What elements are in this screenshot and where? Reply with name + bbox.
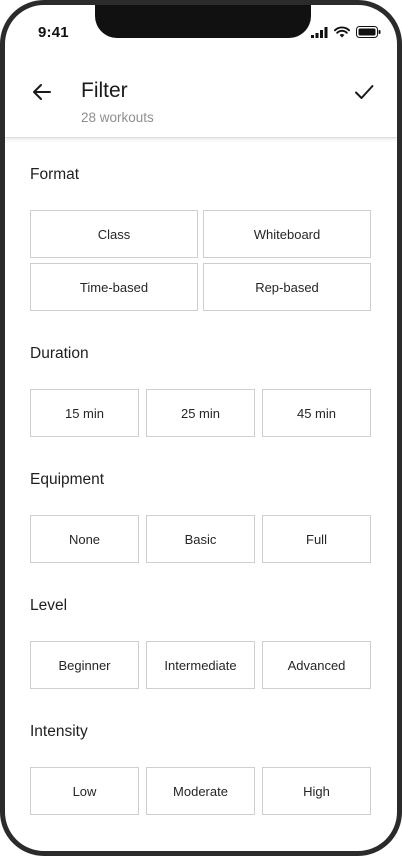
arrow-left-icon <box>32 83 52 106</box>
section-equipment: Equipment None Basic Full <box>30 470 371 563</box>
battery-icon <box>356 25 381 43</box>
option-format-time-based[interactable]: Time-based <box>30 263 198 311</box>
device-notch <box>95 5 311 38</box>
section-title-level: Level <box>30 597 68 614</box>
result-count: 28 workouts <box>81 110 154 125</box>
back-button[interactable] <box>29 81 55 107</box>
header-bar: Filter 28 workouts <box>5 57 397 138</box>
option-format-class[interactable]: Class <box>30 210 198 258</box>
section-title-duration: Duration <box>30 345 89 362</box>
option-intensity-moderate[interactable]: Moderate <box>146 767 255 815</box>
option-intensity-low[interactable]: Low <box>30 767 139 815</box>
section-intensity: Intensity Low Moderate High <box>30 722 371 815</box>
apply-button[interactable] <box>351 81 377 107</box>
status-time: 9:41 <box>38 24 69 41</box>
option-equipment-none[interactable]: None <box>30 515 139 563</box>
section-title-equipment: Equipment <box>30 471 105 488</box>
option-intensity-high[interactable]: High <box>262 767 371 815</box>
section-level: Level Beginner Intermediate Advanced <box>30 596 371 689</box>
section-duration: Duration 15 min 25 min 45 min <box>30 344 371 437</box>
status-icons <box>311 25 381 43</box>
page-title: Filter <box>81 79 128 102</box>
option-format-rep-based[interactable]: Rep-based <box>203 263 371 311</box>
option-format-whiteboard[interactable]: Whiteboard <box>203 210 371 258</box>
option-duration-45[interactable]: 45 min <box>262 389 371 437</box>
section-format: Format Class Whiteboard Time-based Rep-b… <box>30 165 371 311</box>
section-title-format: Format <box>30 166 80 183</box>
cellular-signal-icon <box>311 25 328 43</box>
phone-frame: 9:41 Filter 28 workouts Format Class Whi… <box>0 0 402 856</box>
option-level-intermediate[interactable]: Intermediate <box>146 641 255 689</box>
option-duration-15[interactable]: 15 min <box>30 389 139 437</box>
option-level-advanced[interactable]: Advanced <box>262 641 371 689</box>
option-equipment-full[interactable]: Full <box>262 515 371 563</box>
check-icon <box>354 84 374 105</box>
option-level-beginner[interactable]: Beginner <box>30 641 139 689</box>
option-equipment-basic[interactable]: Basic <box>146 515 255 563</box>
wifi-icon <box>333 25 351 43</box>
option-duration-25[interactable]: 25 min <box>146 389 255 437</box>
section-title-intensity: Intensity <box>30 723 88 740</box>
